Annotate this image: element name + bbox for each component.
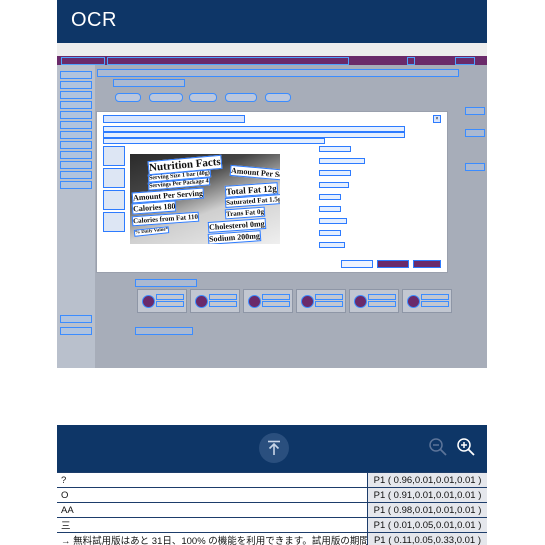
ocr-box xyxy=(103,138,325,144)
ocr-box xyxy=(61,57,105,65)
result-location: P1 ( 0.11,0.05,0.33,0.01 ) xyxy=(367,532,487,545)
table-row[interactable]: O P1 ( 0.91,0.01,0.01,0.01 ) xyxy=(57,487,487,503)
ocr-box xyxy=(319,182,349,188)
table-row[interactable]: 三 P1 ( 0.01,0.05,0.01,0.01 ) xyxy=(57,517,487,533)
scroll-top-icon[interactable] xyxy=(259,433,289,463)
carousel-card xyxy=(349,289,399,313)
result-text: O xyxy=(57,487,368,503)
app-title: OCR xyxy=(71,9,117,31)
ocr-box xyxy=(60,71,92,79)
ocr-box xyxy=(60,327,92,335)
analyzed-screenshot[interactable]: × Nutrition Facts Serving Size 1 bar (40… xyxy=(57,56,487,368)
ocr-box xyxy=(465,129,485,137)
table-row[interactable]: ? P1 ( 0.96,0.01,0.01,0.01 ) xyxy=(57,472,487,488)
ocr-box xyxy=(319,158,365,164)
screenshot-topbar xyxy=(57,56,487,65)
ocr-box xyxy=(60,121,92,129)
ocr-box xyxy=(60,141,92,149)
table-row[interactable]: → 無料試用版はあと 31日、100% の機能を利用できます。試用版の期間終 P… xyxy=(57,532,487,545)
ocr-box xyxy=(60,315,92,323)
screenshot-sidebar xyxy=(57,65,95,368)
thumbnail xyxy=(103,146,125,166)
ocr-box xyxy=(60,181,92,189)
ocr-box xyxy=(115,93,141,102)
ocr-results-table: ? P1 ( 0.96,0.01,0.01,0.01 ) O P1 ( 0.91… xyxy=(57,472,487,545)
ocr-box xyxy=(413,260,441,268)
thumbnail-strip xyxy=(103,146,125,246)
result-location: P1 ( 0.91,0.01,0.01,0.01 ) xyxy=(367,487,487,503)
ocr-box xyxy=(60,131,92,139)
ocr-box xyxy=(60,171,92,179)
ocr-box xyxy=(135,279,197,287)
result-location: P1 ( 0.01,0.05,0.01,0.01 ) xyxy=(367,517,487,533)
ocr-box xyxy=(60,81,92,89)
ocr-box xyxy=(135,327,193,335)
ocr-box xyxy=(60,111,92,119)
carousel-card xyxy=(296,289,346,313)
result-text: → 無料試用版はあと 31日、100% の機能を利用できます。試用版の期間終 xyxy=(57,532,368,545)
ocr-box xyxy=(103,115,245,123)
ocr-box xyxy=(60,151,92,159)
ocr-box xyxy=(60,101,92,109)
ocr-box xyxy=(319,194,341,200)
ocr-box xyxy=(407,57,415,65)
ocr-box xyxy=(113,79,185,87)
carousel-card xyxy=(402,289,452,313)
ocr-box xyxy=(319,146,351,152)
ocr-box xyxy=(60,161,92,169)
result-location: P1 ( 0.96,0.01,0.01,0.01 ) xyxy=(367,472,487,488)
ocr-box xyxy=(60,91,92,99)
ocr-box xyxy=(189,93,217,102)
carousel-card xyxy=(137,289,187,313)
carousel-card xyxy=(243,289,293,313)
thumbnail xyxy=(103,212,125,232)
table-row[interactable]: AA P1 ( 0.98,0.01,0.01,0.01 ) xyxy=(57,502,487,518)
zoom-in-icon[interactable] xyxy=(455,436,477,458)
ocr-box xyxy=(225,93,257,102)
ocr-box xyxy=(455,57,475,65)
result-text: AA xyxy=(57,502,368,518)
result-location: P1 ( 0.98,0.01,0.01,0.01 ) xyxy=(367,502,487,518)
ocr-box xyxy=(319,218,347,224)
carousel-card xyxy=(190,289,240,313)
ocr-box xyxy=(341,260,373,268)
result-text: ? xyxy=(57,472,368,488)
result-text: 三 xyxy=(57,517,368,533)
ocr-box xyxy=(265,93,291,102)
close-icon: × xyxy=(433,115,441,123)
options-list xyxy=(319,146,439,256)
thumbnail xyxy=(103,190,125,210)
ocr-box xyxy=(377,260,409,268)
ocr-box xyxy=(319,242,345,248)
app-header: OCR xyxy=(57,0,487,43)
ocr-box xyxy=(319,170,351,176)
ocr-box xyxy=(319,230,341,236)
ocr-app: OCR × Nutrition Facts Serving Size 1 bar… xyxy=(57,0,487,545)
ocr-box xyxy=(149,93,183,102)
ocr-box xyxy=(97,69,459,77)
nutrition-facts-photo: Nutrition Facts Serving Size 1 bar (40g)… xyxy=(130,154,280,244)
thumbnail xyxy=(103,168,125,188)
ocr-box xyxy=(465,107,485,115)
image-dialog: × Nutrition Facts Serving Size 1 bar (40… xyxy=(97,112,447,272)
ocr-box xyxy=(107,57,349,65)
ocr-box xyxy=(319,206,341,212)
ocr-box xyxy=(465,163,485,171)
toolbar xyxy=(57,425,487,472)
zoom-out-icon[interactable] xyxy=(427,436,449,458)
